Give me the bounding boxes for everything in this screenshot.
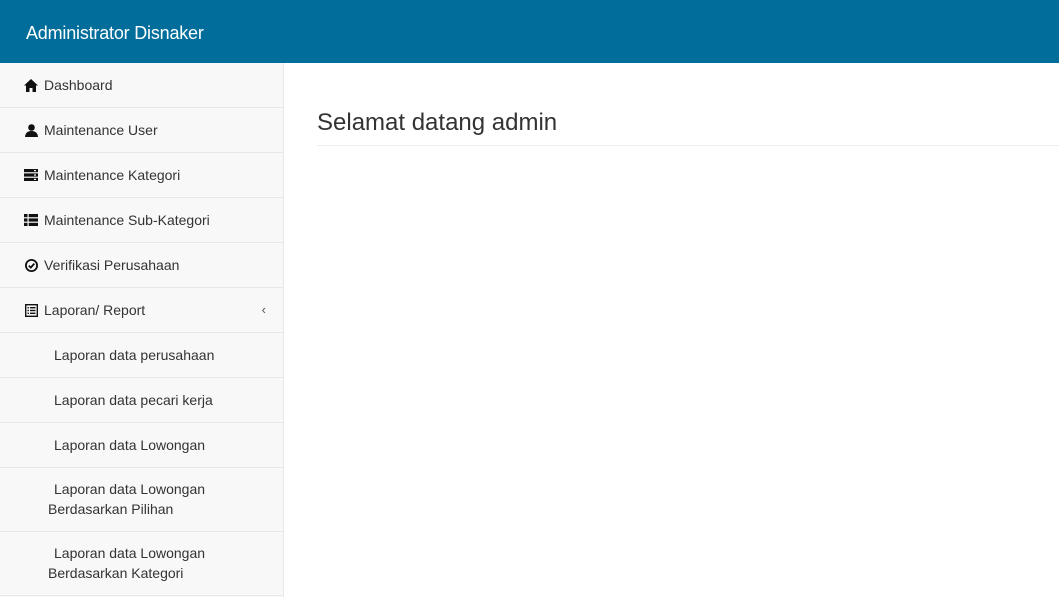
title-divider: [317, 145, 1059, 146]
list-alt-icon: [24, 303, 38, 317]
sidebar-item-label: Verifikasi Perusahaan: [44, 257, 180, 273]
sidebar-item-label: Maintenance Kategori: [44, 167, 181, 183]
sidebar-item-maintenance-user[interactable]: Maintenance User: [0, 108, 283, 153]
sidebar-item-laporan-report[interactable]: Laporan/ Report ‹: [0, 288, 283, 333]
sidebar-subitem-label: Laporan data perusahaan: [54, 347, 215, 363]
sidebar-subitem-label: Laporan data pecari kerja: [54, 392, 213, 408]
server-icon: [24, 168, 38, 182]
sidebar-subitem-laporan-pencari-kerja[interactable]: Laporan data pecari kerja: [0, 378, 283, 423]
sidebar-subitem-label-line2: Berdasarkan Kategori: [48, 565, 184, 581]
top-navbar: Administrator Disnaker: [0, 0, 1059, 63]
main-content: Selamat datang admin: [284, 63, 1059, 597]
user-icon: [24, 123, 38, 137]
sidebar-subitem-label-line2: Berdasarkan Pilihan: [48, 501, 174, 517]
sidebar: Dashboard Maintenance User Maintenance K…: [0, 63, 284, 597]
sidebar-item-maintenance-kategori[interactable]: Maintenance Kategori: [0, 153, 283, 198]
brand-title[interactable]: Administrator Disnaker: [26, 22, 204, 44]
sidebar-subitem-laporan-lowongan-pilihan[interactable]: Laporan data Lowongan Berdasarkan Piliha…: [0, 468, 283, 532]
sidebar-item-label: Dashboard: [44, 77, 113, 93]
sidebar-item-dashboard[interactable]: Dashboard: [0, 63, 283, 108]
sidebar-item-maintenance-sub-kategori[interactable]: Maintenance Sub-Kategori: [0, 198, 283, 243]
sidebar-item-verifikasi-perusahaan[interactable]: Verifikasi Perusahaan: [0, 243, 283, 288]
sidebar-item-label: Maintenance User: [44, 122, 158, 138]
sidebar-subitem-label-line1: Laporan data Lowongan: [54, 481, 206, 497]
sidebar-subitem-label: Laporan data Lowongan: [54, 437, 206, 453]
page-title: Selamat datang admin: [317, 109, 558, 136]
sidebar-subitem-laporan-perusahaan[interactable]: Laporan data perusahaan: [0, 333, 283, 378]
home-icon: [24, 78, 38, 92]
chevron-left-icon[interactable]: ‹: [262, 302, 266, 317]
sidebar-subitem-laporan-lowongan[interactable]: Laporan data Lowongan: [0, 423, 283, 468]
sidebar-subitem-label-line1: Laporan data Lowongan: [54, 545, 206, 561]
sidebar-subitem-laporan-lowongan-kategori[interactable]: Laporan data Lowongan Berdasarkan Katego…: [0, 532, 283, 596]
sidebar-item-label: Laporan/ Report: [44, 302, 146, 318]
ok-circle-icon: [24, 258, 38, 272]
th-list-icon: [24, 213, 38, 227]
sidebar-item-label: Maintenance Sub-Kategori: [44, 212, 210, 228]
